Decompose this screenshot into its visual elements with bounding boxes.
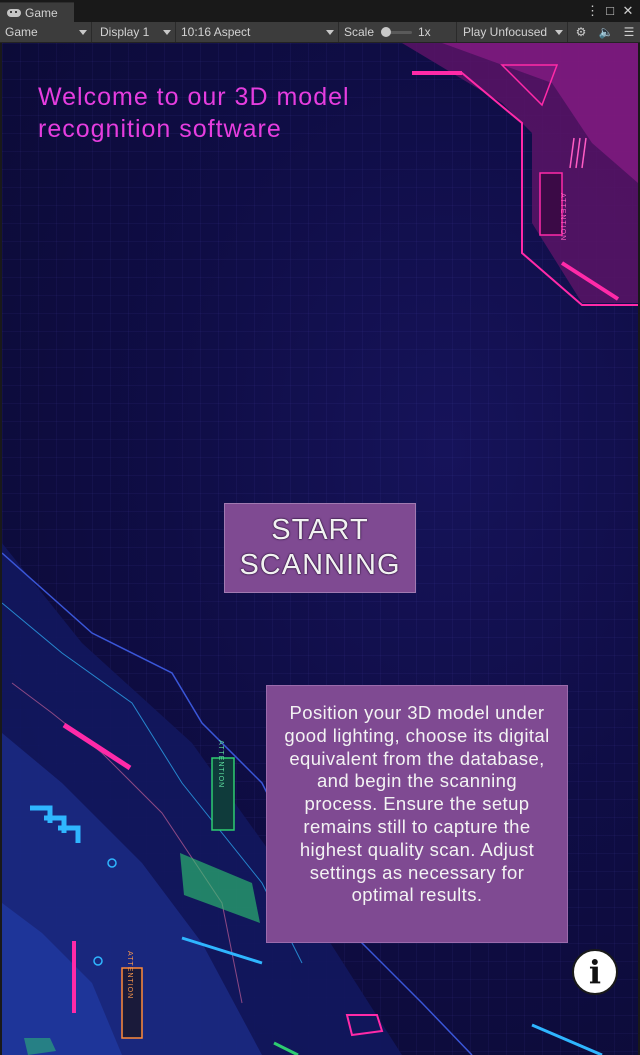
welcome-heading: Welcome to our 3D model recognition soft…	[38, 83, 350, 143]
display-dropdown[interactable]: Display 1	[95, 22, 176, 42]
editor-tab-bar: Game ⋮ □ ✕	[0, 0, 640, 22]
attention-label-top: ATTENTION	[559, 193, 566, 242]
aspect-label: 10:16 Aspect	[181, 25, 251, 39]
info-icon: i	[588, 953, 602, 991]
close-icon[interactable]: ✕	[622, 3, 634, 19]
chevron-down-icon	[555, 30, 563, 35]
stats-icon[interactable]: ☰	[620, 24, 638, 40]
display-label: Display 1	[100, 25, 150, 39]
aspect-dropdown[interactable]: 10:16 Aspect	[176, 22, 339, 42]
start-scanning-button[interactable]: START SCANNING	[224, 503, 416, 593]
info-button[interactable]: i	[572, 949, 618, 995]
gamepad-icon	[7, 8, 21, 17]
game-tab[interactable]: Game	[0, 2, 74, 22]
play-mode-label: Play Unfocused	[463, 25, 548, 39]
game-tab-label: Game	[25, 5, 58, 20]
game-toolbar: Game Display 1 10:16 Aspect Scale 1x Pla…	[0, 22, 640, 43]
chevron-down-icon	[326, 30, 334, 35]
chevron-down-icon	[79, 30, 87, 35]
play-mode-dropdown[interactable]: Play Unfocused	[458, 22, 568, 42]
maximize-icon[interactable]: □	[604, 3, 616, 19]
bug-icon[interactable]: ⚙	[572, 24, 590, 40]
instructions-panel: Position your 3D model under good lighti…	[266, 685, 568, 943]
scale-slider-handle[interactable]	[381, 27, 391, 37]
view-mode-dropdown[interactable]: Game	[0, 22, 92, 42]
scale-label: Scale	[344, 25, 375, 39]
attention-label-green: ATTENTION	[217, 740, 224, 789]
kebab-menu-icon[interactable]: ⋮	[586, 3, 599, 19]
view-mode-label: Game	[5, 25, 38, 39]
scale-value: 1x	[418, 25, 431, 39]
chevron-down-icon	[163, 30, 171, 35]
speaker-icon[interactable]: 🔈	[597, 24, 615, 40]
game-view: ATTENTION ATTENTION ATTENTION Welcome to…	[2, 43, 638, 1055]
attention-label-orange: ATTENTION	[126, 951, 133, 1000]
